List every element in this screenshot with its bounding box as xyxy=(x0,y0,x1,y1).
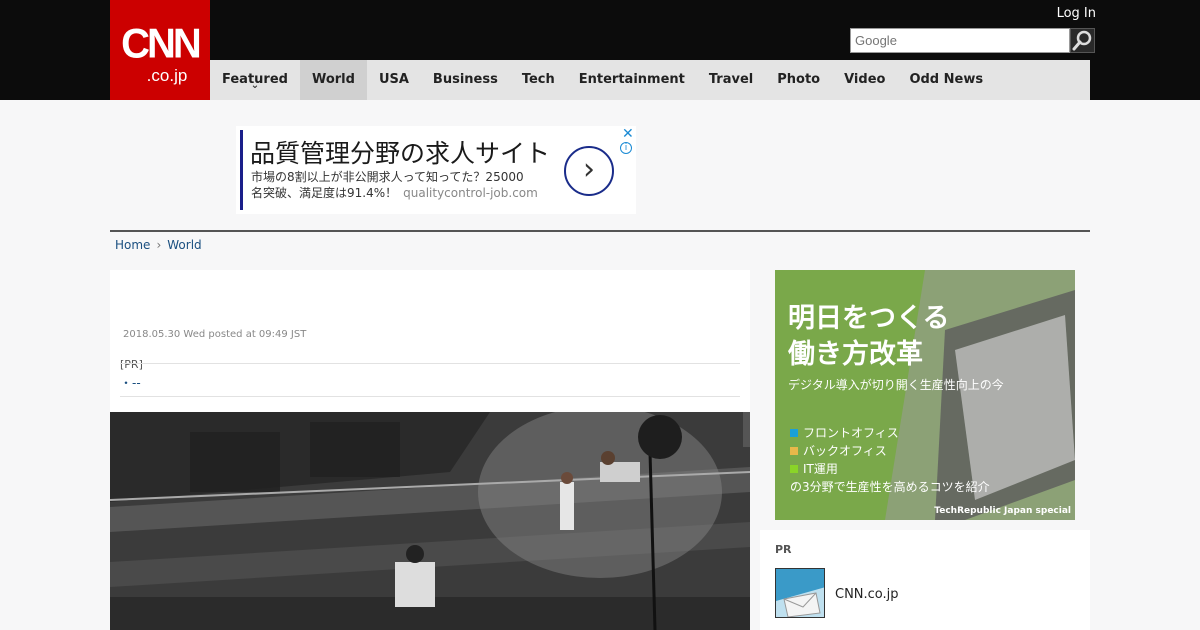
breadcrumb: Home › World xyxy=(115,238,202,252)
nav-item-video[interactable]: Video xyxy=(832,60,897,100)
article-date: 2018.05.30 Wed posted at 09:49 JST xyxy=(123,329,307,340)
side-ad-item-label: IT運用 xyxy=(803,462,838,476)
nav-label: World xyxy=(311,72,355,87)
breadcrumb-home[interactable]: Home xyxy=(115,238,150,252)
nav-label: Tech xyxy=(521,72,555,87)
bullet-square-icon xyxy=(790,465,798,473)
info-icon[interactable]: i xyxy=(620,142,632,154)
nav-item-world[interactable]: World xyxy=(299,60,367,100)
search-input[interactable] xyxy=(850,28,1070,53)
bullet-square-icon xyxy=(790,429,798,437)
pr-box: PR CNN.co.jp xyxy=(760,530,1090,630)
nav-item-entertainment[interactable]: Entertainment xyxy=(567,60,697,100)
nav-label: Photo xyxy=(777,72,821,87)
side-ad-subtitle: デジタル導入が切り開く生産性向上の今 xyxy=(788,378,1004,392)
article-header-card: 2018.05.30 Wed posted at 09:49 JST [PR] … xyxy=(110,270,750,412)
search-button[interactable] xyxy=(1070,28,1095,53)
side-ad-title-line1: 明日をつくる xyxy=(788,303,950,334)
side-ad-banner[interactable]: 明日をつくる 働き方改革 デジタル導入が切り開く生産性向上の今 フロントオフィス… xyxy=(775,270,1075,520)
side-ad-title-line2: 働き方改革 xyxy=(788,339,923,370)
main-nav: Featured ⌄ World USA Business Tech Enter… xyxy=(210,60,1090,100)
pr-item-title[interactable]: CNN.co.jp xyxy=(835,587,899,602)
search-icon xyxy=(1072,30,1092,51)
nav-label: Video xyxy=(844,72,886,87)
top-ad-banner[interactable]: 品質管理分野の求人サイト 市場の8割以上が非公開求人って知ってた？25000 名… xyxy=(236,126,636,214)
nav-label: USA xyxy=(378,72,409,87)
chevron-down-icon: ⌄ xyxy=(250,80,260,91)
pr-label: [PR] xyxy=(120,358,143,371)
ad-title: 品質管理分野の求人サイト xyxy=(250,139,551,168)
pr-box-label: PR xyxy=(775,543,792,556)
chevron-right-icon[interactable]: › xyxy=(564,146,614,196)
nav-item-business[interactable]: Business xyxy=(421,60,510,100)
side-ad-item: フロントオフィス xyxy=(790,424,899,441)
pr-thumbnail[interactable] xyxy=(775,568,825,618)
cnn-logo[interactable]: CNN .co.jp xyxy=(110,0,210,100)
divider xyxy=(120,363,740,364)
nav-item-odd-news[interactable]: Odd News xyxy=(897,60,995,100)
login-link[interactable]: Log In xyxy=(1050,6,1096,21)
side-ad-footer: TechRepublic Japan special xyxy=(934,506,1071,516)
envelope-icon xyxy=(776,569,824,617)
logo-sub-text: .co.jp xyxy=(146,66,188,85)
nav-item-photo[interactable]: Photo xyxy=(765,60,832,100)
side-ad-item: バックオフィス xyxy=(790,442,887,459)
pr-link[interactable]: ・-- xyxy=(120,374,141,391)
nav-item-usa[interactable]: USA xyxy=(367,60,421,100)
side-ad-item-label: バックオフィス xyxy=(803,444,887,458)
ad-description-line1: 市場の8割以上が非公開求人って知ってた？25000 xyxy=(251,170,524,184)
side-ad-tagline: の3分野で生産性を高めるコツを紹介 xyxy=(790,480,990,494)
nav-item-featured[interactable]: Featured ⌄ xyxy=(210,60,300,100)
divider xyxy=(120,396,740,397)
nav-label: Travel xyxy=(708,72,754,87)
ad-description-line2: 名突破、満足度は91.4%！ qualitycontrol-job.com xyxy=(251,184,538,201)
nav-label: Entertainment xyxy=(578,72,685,87)
article-photo[interactable] xyxy=(110,412,750,630)
photo-image xyxy=(110,412,750,630)
nav-label: Business xyxy=(432,72,498,87)
nav-item-tech[interactable]: Tech xyxy=(510,60,567,100)
ad-url: qualitycontrol-job.com xyxy=(403,186,538,200)
breadcrumb-world[interactable]: World xyxy=(167,238,201,252)
nav-item-travel[interactable]: Travel xyxy=(697,60,765,100)
side-ad-item: IT運用 xyxy=(790,460,838,477)
side-ad-item-label: フロントオフィス xyxy=(803,426,899,440)
ad-accent-bar xyxy=(240,130,243,210)
close-icon[interactable]: ✕ xyxy=(622,126,634,142)
chevron-right-icon: › xyxy=(156,238,162,252)
divider xyxy=(110,230,1090,232)
ad-description-line2-text: 名突破、満足度は91.4%！ xyxy=(251,186,398,200)
nav-label: Odd News xyxy=(909,72,984,87)
logo-main-text: CNN xyxy=(121,20,202,68)
bullet-square-icon xyxy=(790,447,798,455)
